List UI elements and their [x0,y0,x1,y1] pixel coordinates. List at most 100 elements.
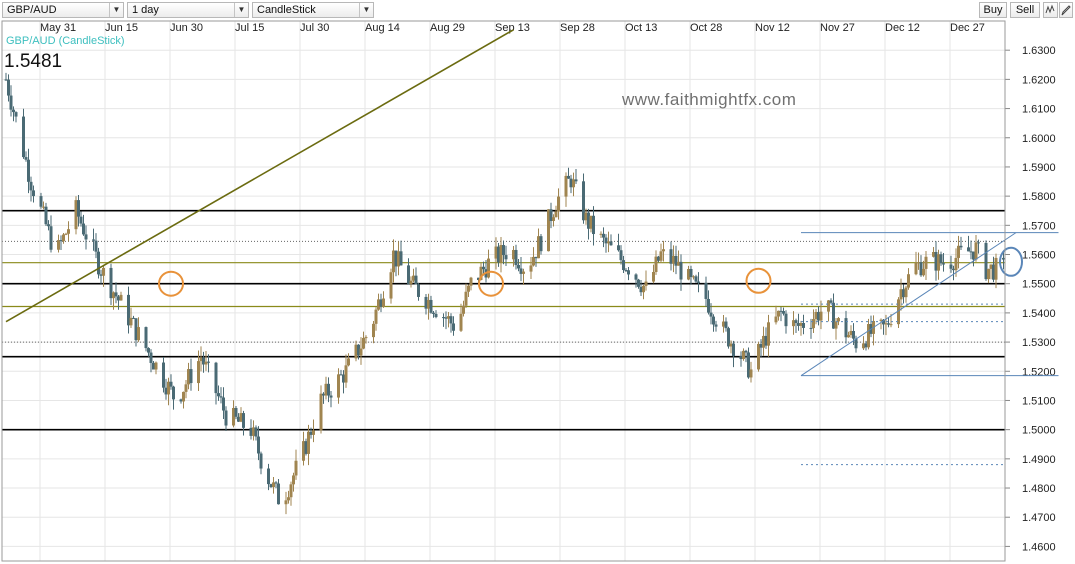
candle-body [662,249,665,252]
candle-body [57,240,60,250]
candle-body [709,312,713,317]
candle-body [144,327,148,349]
x-tick-label: Dec 27 [950,22,985,34]
candle-body [147,348,150,353]
candle-body [967,247,970,252]
candle-body [44,206,48,225]
candle-body [704,282,708,299]
y-tick-label: 1.5000 [1022,425,1056,437]
candle-body [224,410,228,426]
legend-series-label: GBP/AUD (CandleStick) [6,35,125,47]
candle-body [977,242,980,244]
candle-body [77,200,80,217]
candle-body [129,317,133,326]
candle-body [284,500,288,505]
candle-body [907,274,910,288]
y-tick-label: 1.5700 [1022,220,1056,232]
candle-body [217,393,220,397]
y-tick-label: 1.5600 [1022,250,1056,262]
candle-body [182,391,185,402]
candle-body [644,281,648,286]
candle-body [502,245,505,256]
candle-body [757,343,760,370]
candle-body [14,112,18,117]
candle-body [292,475,295,485]
candle-body [417,284,420,297]
x-tick-label: Jun 15 [105,22,138,34]
last-price-value: 1.5481 [4,51,62,72]
candle-body [67,229,70,234]
candle-body [449,316,453,324]
candle-body [504,255,508,260]
candle-body [79,216,83,224]
watermark: www.faithmightfx.com [621,90,796,109]
candle-body [514,249,518,266]
candle-body [529,265,533,272]
candle-body [904,287,908,298]
candle-body [959,245,963,248]
candle-body [22,116,25,158]
x-tick-label: Oct 13 [625,22,657,34]
candle-body [487,258,490,278]
candle-body [9,95,13,110]
y-tick-label: 1.4900 [1022,454,1056,466]
y-tick-label: 1.4800 [1022,483,1056,495]
candle-body [399,251,403,266]
candle-body [82,223,85,235]
candle-body [409,280,413,284]
candle-body [974,242,978,260]
y-tick-label: 1.5900 [1022,162,1056,174]
candle-body [97,251,100,275]
candle-body [307,431,310,454]
plot-background [2,21,1005,561]
candle-body [724,321,728,329]
candle-body [94,240,98,252]
candle-body [469,277,473,286]
candle-body [957,245,960,258]
y-tick-label: 1.6300 [1022,45,1056,57]
x-tick-label: Aug 29 [430,22,465,34]
candle-body [809,327,813,329]
candle-body [627,270,630,275]
candle-body [949,264,953,269]
candle-body [149,352,153,363]
candle-body [774,316,778,323]
candle-body [27,159,30,182]
candle-body [154,362,158,370]
candle-body [922,268,925,276]
candle-body [7,79,10,96]
y-axis: 1.6300 1.6200 1.6100 1.6000 1.5900 1.5800 1.57… [1005,45,1056,553]
candle-body [994,257,998,280]
candle-body [49,226,53,250]
candle-body [954,257,958,271]
x-tick-label: Dec 12 [885,22,920,34]
y-tick-label: 1.6000 [1022,133,1056,145]
candle-body [362,337,365,349]
candle-body [592,215,595,235]
candle-body [337,374,340,398]
candle-body [784,313,788,327]
candle-body [294,460,298,476]
candle-body [64,233,68,235]
candle-body [852,330,855,339]
candle-body [312,430,315,435]
candle-body [84,234,88,240]
candle-body [619,250,623,261]
candle-body [714,324,718,327]
candlestick-chart[interactable]: May 31 Jun 15 Jun 30 Jul 15 Jul 30 Aug 14 Aug … [0,0,1075,564]
x-axis: May 31 Jun 15 Jun 30 Jul 15 Jul 30 Aug 14 Aug … [40,22,985,34]
candle-body [464,291,468,306]
y-tick-label: 1.5200 [1022,366,1056,378]
candle-body [567,175,570,179]
x-tick-label: Nov 12 [755,22,790,34]
candle-body [794,320,798,324]
candle-body [749,369,753,378]
y-tick-label: 1.6200 [1022,74,1056,86]
candle-body [347,358,350,366]
candle-body [609,241,613,246]
candle-body [642,285,645,293]
candle-body [844,318,848,338]
candle-body [287,497,290,501]
candle-body [837,318,840,322]
candle-body [432,312,435,314]
